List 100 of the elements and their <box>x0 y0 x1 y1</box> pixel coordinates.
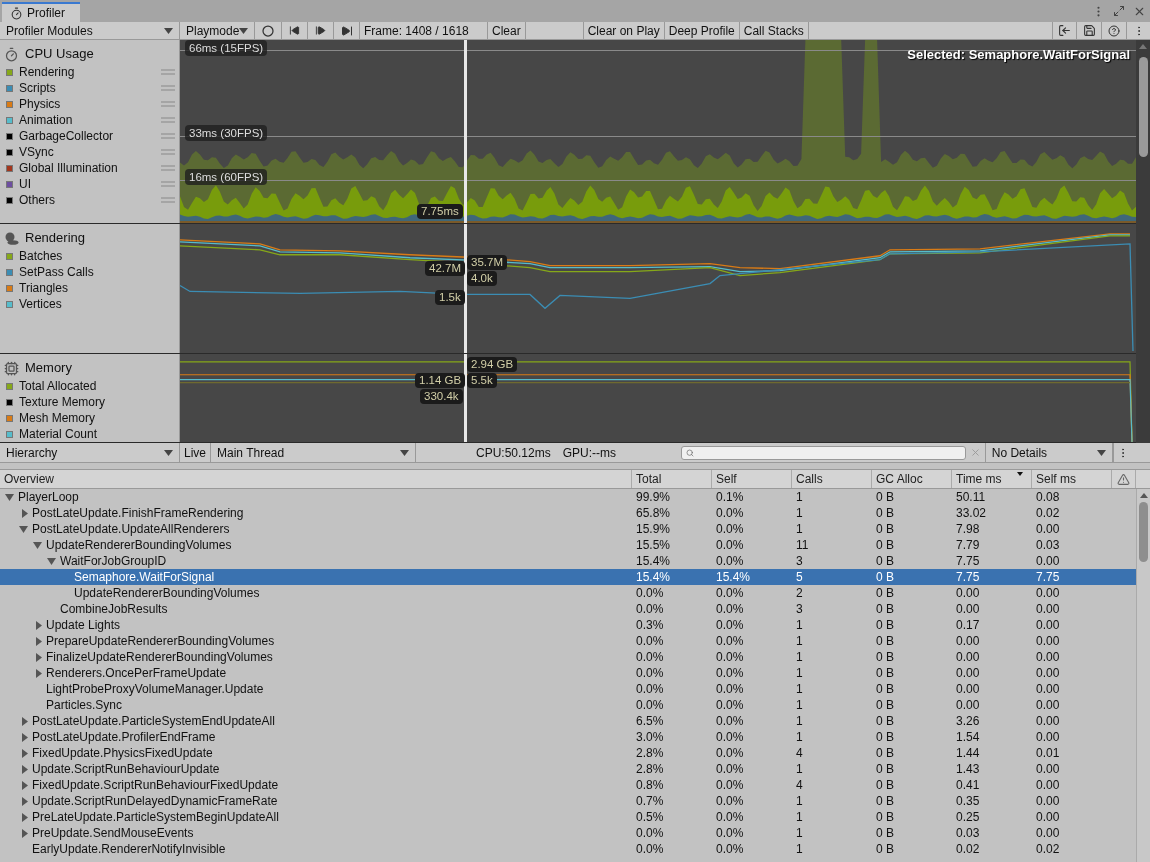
table-cell-text: 0.0% <box>715 537 745 554</box>
tree-row[interactable]: WaitForJobGroupID 15.4% 0.0% 3 0 B 7.75 0.00 <box>0 553 1136 569</box>
function-name: PreLateUpdate.ParticleSystemBeginUpdateAll <box>32 809 279 826</box>
tree-row[interactable]: Semaphore.WaitForSignal 15.4% 15.4% 5 0 B 7.75 7.75 <box>0 569 1136 585</box>
table-cell-text: 1 <box>795 633 804 650</box>
table-cell-text: 15.5% <box>635 537 672 554</box>
table-cell-text: 15.4% <box>635 553 672 570</box>
chart-area[interactable]: 2.94 GB 1.14 GB 5.5k 330.4k <box>180 354 1136 442</box>
tree-row[interactable]: FixedUpdate.PhysicsFixedUpdate 2.8% 0.0% 4 0 B 1.44 0.01 <box>0 745 1136 761</box>
column-header[interactable]: Time ms <box>952 470 1032 488</box>
value-label: 1.5k <box>435 290 465 305</box>
tree-row[interactable]: PostLateUpdate.FinishFrameRendering 65.8% 0.0% 1 0 B 33.02 0.02 <box>0 505 1136 521</box>
tree-row[interactable]: EarlyUpdate.RendererNotifyInvisible 0.0% 0.0% 1 0 B 0.02 0.02 <box>0 841 1136 857</box>
drag-handle-icon[interactable] <box>161 165 175 171</box>
table-cell-text: 4 <box>795 745 804 762</box>
table-cell-text: 0.00 <box>955 585 981 602</box>
table-cell-text: 0.0% <box>715 505 745 522</box>
tree-row[interactable]: PreLateUpdate.ParticleSystemBeginUpdateAll 0.5% 0.0% 1 0 B 0.25 0.00 <box>0 809 1136 825</box>
maximize-icon[interactable] <box>1113 5 1125 17</box>
table-cell-text: 0.01 <box>1035 745 1061 762</box>
column-header[interactable]: GC Alloc <box>872 470 952 488</box>
column-header[interactable]: Total <box>632 470 712 488</box>
drag-handle-icon[interactable] <box>161 181 175 187</box>
tree-row[interactable]: FinalizeUpdateRendererBoundingVolumes 0.0% 0.0% 1 0 B 0.00 0.00 <box>0 649 1136 665</box>
dropdown-caret-icon <box>164 449 173 456</box>
table-cell-text: 7.75 <box>955 553 981 570</box>
toolbar-toggle-button[interactable]: Clear <box>488 22 526 39</box>
vertical-scrollbar[interactable] <box>1136 40 1150 443</box>
legend-label: Animation <box>19 112 74 129</box>
details-dropdown[interactable]: No Details <box>984 443 1113 462</box>
warning-icon[interactable] <box>1117 472 1130 486</box>
tree-row[interactable]: PlayerLoop 99.9% 0.1% 1 0 B 50.11 0.08 <box>0 489 1136 505</box>
table-cell-text: 0 B <box>875 649 895 666</box>
drag-handle-icon[interactable] <box>161 85 175 91</box>
save-icon <box>1082 24 1096 37</box>
drag-handle-icon[interactable] <box>161 197 175 203</box>
tree-row[interactable]: UpdateRendererBoundingVolumes 0.0% 0.0% 2 0 B 0.00 0.00 <box>0 585 1136 601</box>
table-cell-text: 33.02 <box>955 505 988 522</box>
function-name: Update Lights <box>46 617 121 634</box>
drag-handle-icon[interactable] <box>161 133 175 139</box>
chart-area[interactable]: 42.7M 35.7M 4.0k 1.5k <box>180 224 1136 353</box>
tree-row[interactable]: Update.ScriptRunDelayedDynamicFrameRate 0.7% 0.0% 1 0 B 0.35 0.00 <box>0 793 1136 809</box>
frame-cursor-line[interactable] <box>464 224 467 353</box>
table-cell-text: 0.7% <box>635 793 665 810</box>
frame-cursor-line[interactable] <box>464 354 467 442</box>
chip-icon <box>4 360 19 376</box>
value-label: 42.7M <box>425 261 465 276</box>
table-cell-text: 0 B <box>875 825 895 842</box>
table-cell-text: 0.00 <box>955 633 981 650</box>
function-name: Renderers.OncePerFrameUpdate <box>46 665 227 682</box>
table-cell-text: 0 B <box>875 793 895 810</box>
tree-row[interactable]: Particles.Sync 0.0% 0.0% 1 0 B 0.00 0.00 <box>0 697 1136 713</box>
tree-row[interactable]: CombineJobResults 0.0% 0.0% 3 0 B 0.00 0.00 <box>0 601 1136 617</box>
drag-handle-icon[interactable] <box>161 117 175 123</box>
drag-handle-icon[interactable] <box>161 69 175 75</box>
chart-area[interactable]: 66ms (15FPS) 33ms (30FPS) 16ms (60FPS) 7.75ms Selected: Semaphore.WaitForSignal <box>180 40 1136 223</box>
column-header[interactable]: Calls <box>792 470 872 488</box>
tree-row[interactable]: PrepareUpdateRendererBoundingVolumes 0.0% 0.0% 1 0 B 0.00 0.00 <box>0 633 1136 649</box>
legend-label: VSync <box>19 144 55 161</box>
tree-row[interactable]: FixedUpdate.ScriptRunBehaviourFixedUpdate 0.8% 0.0% 4 0 B 0.41 0.00 <box>0 777 1136 793</box>
column-header[interactable]: Overview <box>0 470 632 488</box>
toolbar-toggle-button[interactable]: Clear on Play <box>583 22 665 39</box>
column-header[interactable]: Self <box>712 470 792 488</box>
search-field[interactable] <box>680 445 966 460</box>
table-cell-text: 0.00 <box>955 681 981 698</box>
table-cell-text: 0.00 <box>955 649 981 666</box>
drag-handle-icon[interactable] <box>161 101 175 107</box>
tree-row[interactable]: PreUpdate.SendMouseEvents 0.0% 0.0% 1 0 B 0.03 0.00 <box>0 825 1136 841</box>
tree-row[interactable]: PostLateUpdate.ParticleSystemEndUpdateAll 6.5% 0.0% 1 0 B 3.26 0.00 <box>0 713 1136 729</box>
table-cell-text: 0 B <box>875 617 895 634</box>
toolbar-toggle-button[interactable]: Call Stacks <box>739 22 809 39</box>
table-cell-text: 0 B <box>875 665 895 682</box>
table-cell-text: 0.0% <box>715 713 745 730</box>
table-cell-text: 1 <box>795 521 804 538</box>
window-tab[interactable]: Profiler <box>2 2 80 22</box>
function-name: PlayerLoop <box>18 489 79 506</box>
tree-row[interactable]: Update Lights 0.3% 0.0% 1 0 B 0.17 0.00 <box>0 617 1136 633</box>
tree-row[interactable]: Update.ScriptRunBehaviourUpdate 2.8% 0.0% 1 0 B 1.43 0.00 <box>0 761 1136 777</box>
column-header[interactable]: Self ms <box>1032 470 1112 488</box>
function-name: Update.ScriptRunBehaviourUpdate <box>32 761 220 778</box>
tree-row[interactable]: Renderers.OncePerFrameUpdate 0.0% 0.0% 1 0 B 0.00 0.00 <box>0 665 1136 681</box>
value-label: 4.0k <box>467 271 497 286</box>
stopwatch-icon <box>10 6 23 20</box>
table-cell-text: 5 <box>795 569 804 586</box>
tree-row[interactable]: LightProbeProxyVolumeManager.Update 0.0% 0.0% 1 0 B 0.00 0.00 <box>0 681 1136 697</box>
drag-handle-icon[interactable] <box>161 149 175 155</box>
legend-label: Physics <box>19 96 62 113</box>
tree-row[interactable]: PostLateUpdate.UpdateAllRenderers 15.9% 0.0% 1 0 B 7.98 0.00 <box>0 521 1136 537</box>
table-cell-text: 0.00 <box>955 601 981 618</box>
table-cell-text: 3.0% <box>635 729 665 746</box>
tree-row[interactable]: PostLateUpdate.ProfilerEndFrame 3.0% 0.0% 1 0 B 1.54 0.00 <box>0 729 1136 745</box>
table-cell-text: 0.00 <box>1035 585 1061 602</box>
toolbar-toggle-button[interactable]: Deep Profile <box>664 22 740 39</box>
tree-row[interactable]: UpdateRendererBoundingVolumes 15.5% 0.0% 11 0 B 7.79 0.03 <box>0 537 1136 553</box>
vertical-scrollbar[interactable] <box>1136 489 1150 862</box>
table-cell-text: 0.17 <box>955 617 981 634</box>
legend-label: Material Count <box>19 426 99 443</box>
table-cell-text: 0.0% <box>715 553 745 570</box>
table-cell-text: 0.0% <box>715 665 745 682</box>
table-cell-text: 4 <box>795 777 804 794</box>
